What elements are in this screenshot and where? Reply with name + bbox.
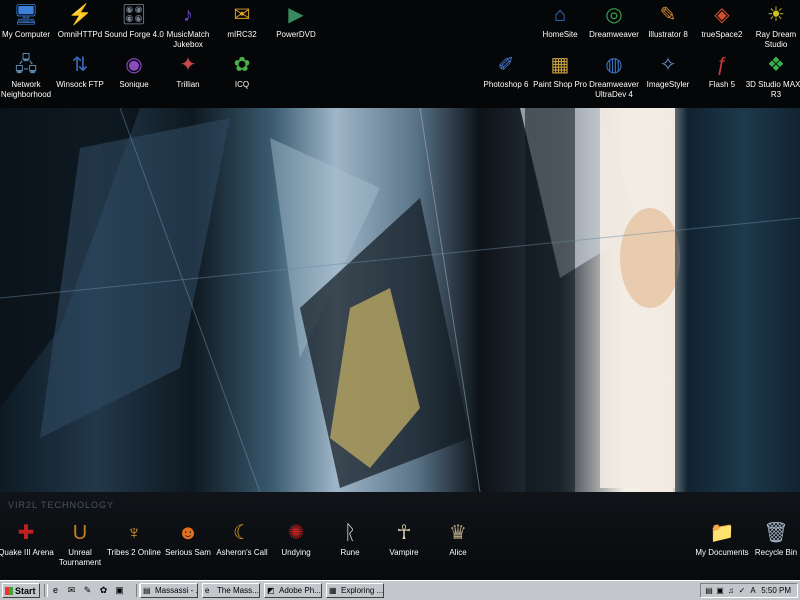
desktop-icon-3dsmax[interactable]: ❖ 3D Studio MAX® R3 [744, 52, 800, 100]
desktop-icon-dvd[interactable]: ▶ PowerDVD [264, 2, 328, 40]
start-button[interactable]: Start [2, 583, 40, 598]
alice-icon: ♛ [449, 522, 467, 544]
ie-icon: e [205, 586, 210, 595]
ultradev-icon: ◍ [605, 54, 623, 76]
windows-logo-icon [5, 587, 13, 595]
wallpaper-text: VIR2L TECHNOLOGY [8, 500, 115, 510]
desktop: VIR2L TECHNOLOGY 🖥 My Computer ⚡ OmniHTTPd 🎛… [0, 0, 800, 580]
documents-icon: 📁 [709, 522, 735, 544]
monitor-tray-icon[interactable]: ▣ [715, 586, 725, 596]
task-button[interactable]: ▤ Massassi - ... [140, 583, 198, 598]
network-tray-icon[interactable]: ▤ [704, 586, 714, 596]
desktop-icon-label: PowerDVD [276, 30, 316, 39]
desktop-icon-label: Alice [449, 548, 467, 557]
wallpaper-art [0, 108, 800, 492]
wallpaper [0, 108, 800, 492]
desktop-icon-label: Ray Dream Studio [755, 30, 797, 49]
acrobat-tray-icon[interactable]: A [748, 586, 758, 596]
task-label: Adobe Ph... [279, 586, 321, 595]
clock[interactable]: 5:50 PM [761, 585, 791, 597]
photoshop-icon: ✐ [497, 54, 515, 76]
task-label: The Mass... [217, 586, 259, 595]
desktop-icon-icq[interactable]: ✿ ICQ [210, 52, 274, 90]
computer-icon: 🖥 [13, 4, 39, 26]
folder-icon: ▦ [329, 586, 337, 595]
imagestyler-icon: ✧ [659, 54, 677, 76]
icq-icon: ✿ [233, 54, 251, 76]
task-label: Massassi - ... [155, 586, 198, 595]
sound-forge-icon: 🎛 [121, 4, 147, 26]
speaker-icon[interactable]: ♫ [726, 586, 736, 596]
paintshop-icon: ▦ [550, 54, 570, 76]
rune-icon: ᚱ [344, 522, 356, 544]
task-button[interactable]: ◩ Adobe Ph... [264, 583, 322, 598]
ftp-icon: ⇅ [71, 54, 89, 76]
tribes-icon: ♆ [126, 522, 142, 544]
trillian-icon: ✦ [179, 54, 197, 76]
desktop-icon-raydream[interactable]: ☀ Ray Dream Studio [744, 2, 800, 50]
3dsmax-icon: ❖ [767, 54, 785, 76]
homesite-icon: ⌂ [553, 4, 567, 26]
dvd-icon: ▶ [288, 4, 304, 26]
recycle-bin-icon: 🗑 [763, 522, 789, 544]
task-button[interactable]: ▦ Exploring ... [326, 583, 384, 598]
vampire-icon: ☥ [396, 522, 412, 544]
check-tray-icon[interactable]: ✓ [737, 586, 747, 596]
desktop-icon-label: 3D Studio MAX® R3 [745, 80, 800, 99]
dreamweaver-icon: ◎ [605, 4, 623, 26]
truespace-icon: ◈ [714, 4, 730, 26]
lightning-icon: ⚡ [67, 4, 93, 26]
desktop-icon-label: Recycle Bin [754, 548, 798, 557]
mirc-icon: ✉ [233, 4, 251, 26]
paint-icon[interactable]: ✿ [98, 585, 109, 596]
desktop-icon-recycle-bin[interactable]: 🗑 Recycle Bin [744, 520, 800, 558]
system-tray: 5:50 PM ▤ ▣ ♫ ✓ A [700, 583, 798, 598]
illustrator-icon: ✎ [659, 4, 677, 26]
outlook-icon[interactable]: ✉ [66, 585, 77, 596]
unreal-icon: U [72, 522, 88, 544]
undying-icon: ✺ [287, 522, 305, 544]
asherons-icon: ☾ [233, 522, 251, 544]
quake-icon: ✚ [17, 522, 35, 544]
photoshop-icon: ◩ [267, 586, 275, 595]
task-button[interactable]: e The Mass... [202, 583, 260, 598]
taskbar: Start e ✉ ✎ ✿ ▣ ▤ Massassi - ... e The Mass... ◩… [0, 580, 800, 600]
taskbar-separator [44, 584, 48, 597]
start-label: Start [15, 586, 36, 596]
desktop-icon-label: ICQ [234, 80, 250, 89]
sonique-icon: ◉ [125, 54, 143, 76]
pencil-icon[interactable]: ✎ [82, 585, 93, 596]
flash-icon: ƒ [716, 54, 728, 76]
window-icon: ▤ [143, 586, 151, 595]
serious-sam-icon: ☻ [177, 522, 199, 544]
task-label: Exploring ... [341, 586, 384, 595]
music-icon: ♪ [183, 4, 193, 26]
ie-icon[interactable]: e [50, 585, 61, 596]
raydream-icon: ☀ [767, 4, 785, 26]
desktop-icon-alice[interactable]: ♛ Alice [426, 520, 490, 558]
desktop-icon[interactable]: ▣ [114, 585, 125, 596]
network-icon: 🖧 [14, 54, 38, 76]
